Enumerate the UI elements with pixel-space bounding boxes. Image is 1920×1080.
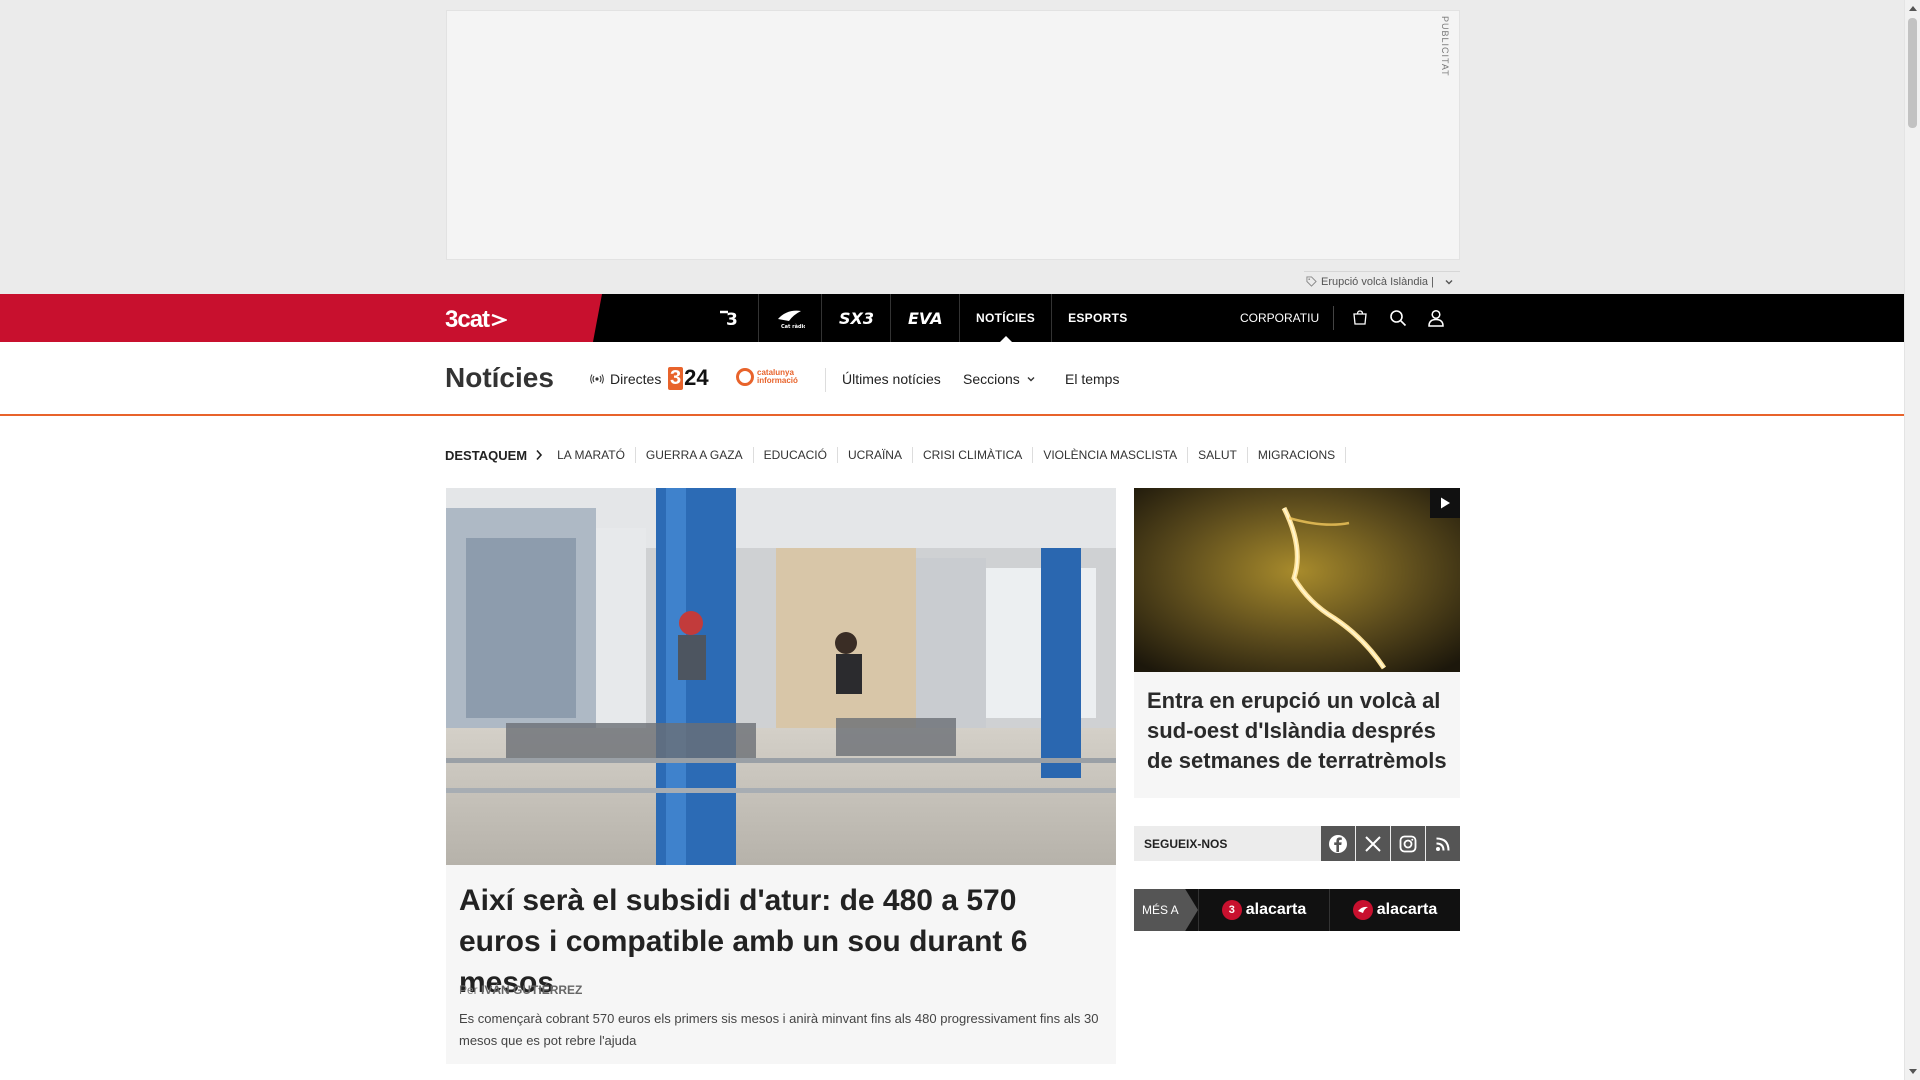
author-name[interactable]: IVÁN GUTIÉRREZ xyxy=(481,983,582,997)
section-divider xyxy=(825,368,826,392)
main-article-image[interactable] xyxy=(446,488,1116,865)
highlights-bar: DESTAQUEM LA MARATÓ GUERRA A GAZA EDUCAC… xyxy=(445,447,1347,463)
follow-label: SEGUEIX-NOS xyxy=(1144,836,1228,851)
highlight-item[interactable]: CRISI CLIMÀTICA xyxy=(913,447,1034,463)
highlight-item[interactable]: LA MARATÓ xyxy=(547,447,636,463)
ad-label: PUBLICITAT xyxy=(1440,16,1450,77)
page-scrollbar[interactable] xyxy=(1904,0,1920,1080)
cart-icon[interactable] xyxy=(1348,306,1372,330)
ultimes-noticies-link[interactable]: Últimes notícies xyxy=(842,371,941,387)
tv3-mark-icon: 3 xyxy=(1221,900,1242,920)
324-mark: 3 xyxy=(668,366,684,390)
corporatiu-link[interactable]: CORPORATIU xyxy=(1240,306,1335,330)
rss-icon[interactable] xyxy=(1426,826,1460,861)
brand-band xyxy=(0,294,602,342)
channel-menu: 3 Cat ràdio SX3 EVA NOTÍCIES ESPORTS xyxy=(700,294,1144,342)
highlight-item[interactable]: MIGRACIONS xyxy=(1248,447,1347,463)
highlights-label[interactable]: DESTAQUEM xyxy=(445,448,543,463)
scroll-up-arrow[interactable] xyxy=(1909,6,1917,11)
section-header: Notícies Directes 3 24 catalunya informaci… xyxy=(0,342,1904,416)
catradio-mark-icon xyxy=(1352,900,1373,920)
channel-sx3[interactable]: SX3 xyxy=(822,294,891,342)
channel-noticies[interactable]: NOTÍCIES xyxy=(960,294,1053,342)
directes-label: Directes xyxy=(610,371,662,387)
highlight-item[interactable]: UCRAÏNA xyxy=(838,447,913,463)
side-article-card[interactable]: Entra en erupció un volcà al sud-oest d'… xyxy=(1134,488,1460,798)
side-article-image[interactable] xyxy=(1134,488,1460,672)
ad-zone: PUBLICITAT Erupció volcà Islàndia | xyxy=(0,0,1904,294)
facebook-icon[interactable] xyxy=(1321,826,1355,861)
play-icon xyxy=(1441,497,1450,509)
x-icon[interactable] xyxy=(1356,826,1390,861)
top-right-tools: CORPORATIU xyxy=(1240,294,1448,342)
live-broadcast-icon xyxy=(590,374,604,384)
tag-icon xyxy=(1306,276,1317,287)
alacarta-promo: MÉS A 3 alacarta alacarta xyxy=(1134,889,1460,931)
tv3-logo-icon: 3 xyxy=(720,310,738,328)
svg-text:SX3: SX3 xyxy=(839,309,874,328)
directes-link[interactable]: Directes xyxy=(590,371,661,387)
highlight-item[interactable]: GUERRA A GAZA xyxy=(636,447,754,463)
svg-text:3: 3 xyxy=(726,310,738,328)
main-article-summary: Es començarà cobrant 570 euros els prime… xyxy=(459,1011,1099,1048)
sx3-logo-icon: SX3 xyxy=(839,309,874,328)
scroll-thumb[interactable] xyxy=(1908,18,1917,128)
el-temps-link[interactable]: El temps xyxy=(1065,371,1119,387)
alacarta-label: MÉS A xyxy=(1134,889,1198,931)
catinf-text: catalunya informació xyxy=(757,368,798,385)
instagram-icon[interactable] xyxy=(1391,826,1425,861)
svg-text:Cat ràdio: Cat ràdio xyxy=(781,323,805,329)
3cat-logo[interactable]: 3cat xyxy=(445,306,508,334)
3cat-arrow-icon xyxy=(491,313,508,327)
main-article-byline: Per IVÁN GUTIÉRREZ xyxy=(459,983,583,997)
main-article-card[interactable]: Així serà el subsidi d'atur: de 480 a 57… xyxy=(446,488,1116,1064)
trending-topic[interactable]: Erupció volcà Islàndia | xyxy=(1304,271,1460,291)
scroll-down-arrow[interactable] xyxy=(1909,1069,1917,1074)
catalunya-informacio-logo[interactable]: catalunya informació xyxy=(736,368,798,386)
channel-eva[interactable]: EVA xyxy=(891,294,960,342)
channel-catradio[interactable]: Cat ràdio xyxy=(759,294,822,342)
highlight-item[interactable]: VIOLÈNCIA MASCLISTA xyxy=(1033,447,1189,463)
seccions-dropdown[interactable]: Seccions xyxy=(963,371,1036,387)
channel-esports[interactable]: ESPORTS xyxy=(1052,294,1143,342)
tv3-alacarta-link[interactable]: 3 alacarta xyxy=(1198,889,1329,931)
svg-text:EVA: EVA xyxy=(908,309,943,328)
chevron-down-icon xyxy=(1027,377,1035,382)
user-icon[interactable] xyxy=(1424,306,1448,330)
catradio-alacarta-link[interactable]: alacarta xyxy=(1329,889,1460,931)
catradio-logo-icon: Cat ràdio xyxy=(778,310,805,329)
top-navigation: 3cat 3 Cat ràdio SX3 EVA NOTÍCIES ESPORT… xyxy=(0,294,1904,342)
follow-us-bar: SEGUEIX-NOS xyxy=(1134,826,1460,861)
section-title[interactable]: Notícies xyxy=(445,362,554,394)
chevron-down-icon[interactable] xyxy=(1444,277,1454,287)
eva-logo-icon: EVA xyxy=(908,309,943,328)
channel-tv3[interactable]: 3 xyxy=(700,294,759,342)
search-icon[interactable] xyxy=(1386,306,1410,330)
highlight-item[interactable]: EDUCACIÓ xyxy=(754,447,838,463)
side-article-title[interactable]: Entra en erupció un volcà al sud-oest d'… xyxy=(1147,686,1447,776)
trending-text: Erupció volcà Islàndia | xyxy=(1321,275,1434,288)
highlight-item[interactable]: SALUT xyxy=(1188,447,1248,463)
chevron-right-icon xyxy=(536,449,543,461)
catinf-circle-icon xyxy=(736,368,754,386)
ad-banner[interactable] xyxy=(446,10,1460,260)
video-badge[interactable] xyxy=(1430,488,1460,518)
324-logo[interactable]: 3 24 xyxy=(668,365,709,391)
